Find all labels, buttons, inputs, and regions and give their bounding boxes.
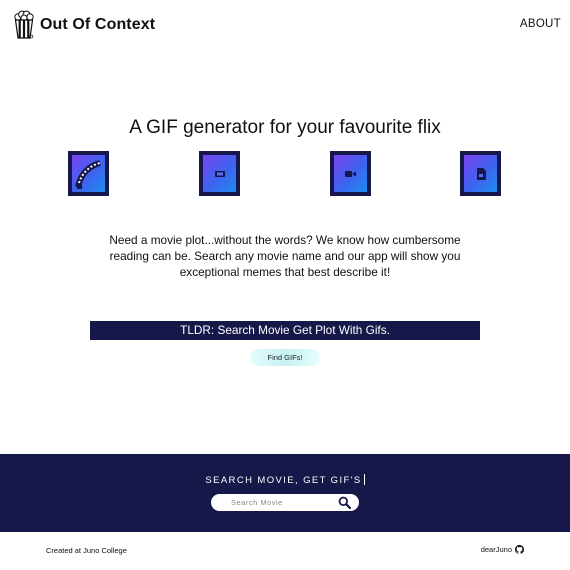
search-heading: SEARCH MOVIE, GET GIF'S xyxy=(0,474,570,486)
page-headline: A GIF generator for your favourite flix xyxy=(129,117,441,138)
footer-credit: Created at Juno College xyxy=(46,546,127,555)
author-link[interactable]: dearJuno xyxy=(481,545,524,554)
intro-paragraph: Need a movie plot...without the words? W… xyxy=(109,233,461,279)
search-submit-button[interactable] xyxy=(338,496,352,510)
popcorn-icon xyxy=(14,10,34,39)
feature-film-tile xyxy=(68,151,109,196)
feature-video-tile xyxy=(330,151,371,196)
search-form xyxy=(211,494,359,511)
ticket-icon xyxy=(214,170,225,177)
search-icon xyxy=(338,496,352,510)
site-header: Out Of Context ABOUT xyxy=(0,0,570,50)
video-camera-icon xyxy=(345,170,356,177)
film-reel-icon xyxy=(74,159,101,189)
search-input[interactable] xyxy=(211,494,335,511)
text-cursor xyxy=(363,474,365,485)
search-heading-text: SEARCH MOVIE, GET GIF'S xyxy=(205,475,362,486)
github-icon xyxy=(515,545,524,554)
find-gifs-button[interactable]: Find GIFs! xyxy=(250,349,320,366)
tldr-banner: TLDR: Search Movie Get Plot With Gifs. xyxy=(90,321,480,340)
nav-about-link[interactable]: ABOUT xyxy=(520,18,561,30)
feature-ticket-tile xyxy=(199,151,240,196)
logo[interactable]: Out Of Context xyxy=(14,10,155,40)
site-title: Out Of Context xyxy=(40,16,156,33)
author-name: dearJuno xyxy=(480,545,512,554)
search-section: SEARCH MOVIE, GET GIF'S xyxy=(0,454,570,532)
movie-file-icon xyxy=(476,167,486,180)
site-footer: Created at Juno College dearJuno xyxy=(0,532,570,570)
feature-file-tile xyxy=(460,151,501,196)
